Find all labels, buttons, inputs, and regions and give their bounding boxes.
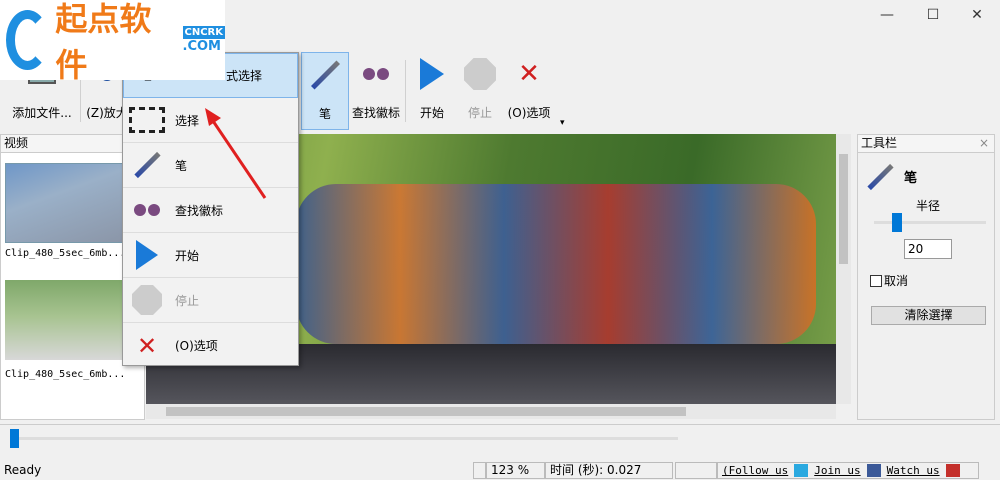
menu-item-start[interactable]: 开始 bbox=[123, 233, 298, 278]
join-us-link[interactable]: Join us bbox=[814, 463, 860, 478]
clip-name: Clip_480_5sec_6mb... bbox=[5, 369, 126, 380]
play-icon bbox=[123, 240, 171, 270]
maximize-button[interactable]: ☐ bbox=[910, 4, 956, 28]
timeline[interactable] bbox=[0, 424, 1000, 454]
radius-slider[interactable] bbox=[874, 213, 986, 232]
status-zoom: 123 % bbox=[486, 462, 545, 479]
toolbar-pen[interactable]: 笔 bbox=[301, 52, 349, 130]
stop-icon bbox=[458, 52, 502, 96]
minimize-button[interactable]: — bbox=[864, 4, 910, 28]
toolbar-stop[interactable]: 停止 bbox=[458, 52, 502, 130]
horizontal-scrollbar[interactable] bbox=[146, 404, 836, 419]
toolbar-options[interactable]: ✕ (O)选项 bbox=[505, 52, 553, 130]
toolbar-label: (O)选项 bbox=[507, 106, 551, 120]
timeline-thumb[interactable] bbox=[10, 429, 19, 448]
clip-thumbnail[interactable] bbox=[5, 163, 123, 243]
toolbar-label: 开始 bbox=[419, 106, 444, 120]
menu-item-label: 笔 bbox=[175, 158, 188, 173]
social-links: (Follow us Join us Watch us bbox=[717, 462, 979, 479]
annotation-arrow bbox=[205, 108, 267, 199]
panel-close-icon[interactable]: × bbox=[979, 135, 989, 152]
menu-item-options[interactable]: ✕ (O)选项 bbox=[123, 323, 298, 368]
tool-panel-title: 工具栏 bbox=[861, 136, 898, 150]
toolbar-label: 添加文件... bbox=[12, 106, 72, 120]
status-ready: Ready bbox=[4, 463, 42, 477]
tool-panel-header: 工具栏 × bbox=[858, 135, 994, 153]
vertical-scrollbar[interactable] bbox=[836, 134, 851, 404]
tool-name: 笔 bbox=[904, 171, 918, 186]
status-time: 时间 (秒): 0.027 bbox=[545, 462, 673, 479]
tool-panel: 工具栏 × 笔 半径 20 取消 清除選擇 bbox=[857, 134, 995, 420]
cancel-checkbox[interactable]: 取消 bbox=[870, 272, 908, 289]
youtube-icon[interactable] bbox=[945, 464, 960, 477]
toolbar-start[interactable]: 开始 bbox=[410, 52, 454, 130]
pen-icon bbox=[123, 149, 171, 181]
selection-rect-icon bbox=[123, 107, 171, 133]
pen-icon bbox=[302, 53, 348, 97]
binoculars-icon bbox=[350, 52, 402, 96]
radius-input[interactable]: 20 bbox=[904, 239, 952, 259]
close-button[interactable]: ✕ bbox=[954, 4, 1000, 28]
menu-item-label: 式选择 bbox=[226, 69, 263, 83]
clip-thumbnail[interactable] bbox=[5, 280, 123, 360]
toolbar-label: 查找徽标 bbox=[351, 106, 400, 120]
facebook-icon[interactable] bbox=[866, 464, 881, 477]
menu-item-stop[interactable]: 停止 bbox=[123, 278, 298, 323]
twitter-icon[interactable] bbox=[794, 464, 809, 477]
follow-us-link[interactable]: (Follow us bbox=[722, 463, 788, 478]
play-icon bbox=[410, 52, 454, 96]
toolbar-overflow-button[interactable]: ▾ bbox=[560, 118, 565, 128]
clip-name: Clip_480_5sec_6mb... bbox=[5, 248, 126, 259]
clear-selection-button[interactable]: 清除選擇 bbox=[871, 306, 986, 325]
options-icon: ✕ bbox=[136, 331, 158, 360]
toolbar-label: 笔 bbox=[318, 107, 331, 121]
cancel-label: 取消 bbox=[884, 274, 909, 288]
watermark-logo: 起点软件 CNCRK .COM bbox=[0, 0, 225, 84]
options-icon: ✕ bbox=[518, 59, 540, 89]
binoculars-icon bbox=[123, 203, 171, 217]
menu-item-label: 开始 bbox=[175, 248, 200, 263]
toolbar-label: 停止 bbox=[467, 106, 492, 120]
menu-item-label: 停止 bbox=[175, 293, 200, 308]
pen-icon bbox=[867, 163, 894, 191]
menu-item-label: (O)选项 bbox=[175, 339, 218, 353]
radius-label: 半径 bbox=[916, 199, 941, 213]
toolbar-find-logo[interactable]: 查找徽标 bbox=[350, 52, 402, 130]
stop-icon bbox=[123, 285, 171, 315]
watch-us-link[interactable]: Watch us bbox=[887, 463, 940, 478]
